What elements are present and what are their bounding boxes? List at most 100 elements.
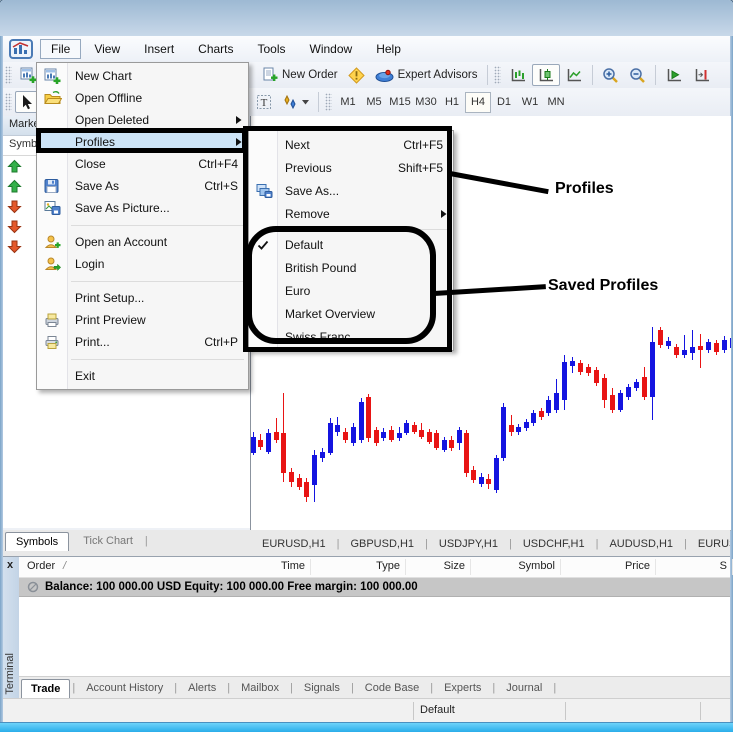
timeframe-button-h4[interactable]: H4 [465, 91, 491, 113]
down-arrow-icon [7, 219, 22, 234]
zoom-in-icon [602, 67, 619, 83]
balance-text: Balance: 100 000.00 USD Equity: 100 000.… [45, 581, 418, 593]
candle-body [388, 430, 394, 440]
menu-item-open-offline[interactable]: Open Offline [37, 87, 248, 109]
new-chart-icon [44, 68, 61, 84]
candle-body [296, 478, 302, 487]
menubar-item-insert[interactable]: Insert [133, 39, 185, 59]
column-separator [310, 559, 311, 575]
annotation-label-saved-profiles: Saved Profiles [548, 277, 659, 294]
timeframe-button-m30[interactable]: M30 [413, 92, 439, 113]
terminal-tab-account-history[interactable]: Account History [77, 679, 172, 697]
new-order-button[interactable]: New Order [257, 64, 343, 86]
menu-item-open-an-account[interactable]: Open an Account [37, 231, 248, 253]
chart-tab[interactable]: EURUSD,H1 [262, 538, 326, 550]
toolbar-grip[interactable] [325, 93, 332, 111]
candle-body [641, 377, 647, 397]
auto-scroll-button[interactable] [660, 64, 688, 86]
menu-item-label: New Chart [75, 69, 132, 83]
menubar-item-tools[interactable]: Tools [247, 39, 297, 59]
terminal-tab-signals[interactable]: Signals [295, 679, 349, 697]
timeframe-button-mn[interactable]: MN [543, 92, 569, 113]
terminal-column-order[interactable]: Order [27, 560, 55, 572]
menubar-item-view[interactable]: View [83, 39, 131, 59]
terminal-tab-alerts[interactable]: Alerts [179, 679, 225, 697]
menu-item-close[interactable]: Close Ctrl+F4 [37, 153, 248, 175]
terminal-column-size[interactable]: Size [444, 560, 465, 572]
candle-body [485, 479, 491, 484]
terminal-tab-mailbox[interactable]: Mailbox [232, 679, 288, 697]
file-menu: New Chart Open Offline Open Deleted Profile… [36, 62, 249, 390]
menu-item-print-preview[interactable]: Print Preview [37, 309, 248, 331]
zoom-in-button[interactable] [597, 64, 624, 86]
timeframe-button-w1[interactable]: W1 [517, 92, 543, 113]
terminal-column-symbol[interactable]: Symbol [518, 560, 555, 572]
menu-item-new-chart[interactable]: New Chart [37, 65, 248, 87]
timeframe-button-m15[interactable]: M15 [387, 92, 413, 113]
chart-shift-button[interactable] [688, 64, 716, 86]
terminal-table-header[interactable]: Order / Time Type Size Symbol Price S [19, 557, 733, 578]
terminal-column-price[interactable]: Price [625, 560, 650, 572]
candle-body [721, 340, 727, 350]
terminal-tab-code-base[interactable]: Code Base [356, 679, 428, 697]
chart-tab[interactable]: USDJPY,H1 [439, 538, 498, 550]
chart-tab[interactable]: AUDUSD,H1 [609, 538, 673, 550]
candle-body [530, 413, 536, 423]
mt-logo-icon[interactable] [9, 39, 33, 59]
user-plus-icon [44, 235, 61, 250]
menu-item-print[interactable]: Print... Ctrl+P [37, 331, 248, 353]
tab-separator: | [684, 538, 687, 550]
candle-body [625, 387, 631, 397]
timeframe-button-h1[interactable]: H1 [439, 92, 465, 113]
balance-row[interactable]: Balance: 100 000.00 USD Equity: 100 000.… [19, 578, 730, 597]
menu-item-login[interactable]: Login [37, 253, 248, 275]
candle-body [411, 425, 417, 432]
market-watch-tab-tick-chart[interactable]: Tick Chart [73, 532, 143, 550]
candle-body [508, 425, 514, 432]
expert-advisors-button[interactable]: Expert Advisors [370, 65, 483, 86]
terminal-tab-trade[interactable]: Trade [21, 678, 71, 698]
timeframe-button-m5[interactable]: M5 [361, 92, 387, 113]
market-watch-tab-symbols[interactable]: Symbols [5, 531, 70, 551]
title-bar [0, 0, 733, 36]
zoom-out-icon [629, 67, 646, 83]
indicator-button[interactable] [277, 91, 314, 113]
toolbar-grip[interactable] [5, 66, 12, 84]
menubar-item-window[interactable]: Window [299, 39, 364, 59]
column-separator [560, 559, 561, 575]
toolbar-grip[interactable] [493, 66, 501, 84]
chart-tab-bar: EURUSD,H1 | GBPUSD,H1 | USDJPY,H1 | USDCHF,H1 |… [253, 534, 730, 554]
candle-body [609, 395, 615, 410]
terminal-column-s[interactable]: S [720, 560, 727, 572]
toolbar-separator [318, 92, 319, 112]
alert-button[interactable] [343, 64, 370, 87]
candle-body [478, 477, 484, 484]
terminal-column-type[interactable]: Type [376, 560, 400, 572]
terminal-close-button[interactable]: x [7, 559, 13, 571]
menu-item-print-setup[interactable]: Print Setup... [37, 287, 248, 309]
menu-item-save-as-picture[interactable]: Save As Picture... [37, 197, 248, 219]
bar-chart-button[interactable] [504, 64, 532, 86]
terminal-tab-experts[interactable]: Experts [435, 679, 490, 697]
menubar-item-file[interactable]: File [40, 39, 82, 59]
chart-tab[interactable]: GBPUSD,H1 [350, 538, 414, 550]
timeframe-button-m1[interactable]: M1 [335, 92, 361, 113]
menu-item-exit[interactable]: Exit [37, 365, 248, 387]
zoom-out-button[interactable] [624, 64, 651, 86]
terminal-column-time[interactable]: Time [281, 560, 305, 572]
candlestick-chart-button[interactable] [531, 64, 560, 86]
chart-tab[interactable]: USDCHF,H1 [523, 538, 585, 550]
line-chart-button[interactable] [560, 64, 588, 86]
toolbar-grip[interactable] [5, 93, 12, 111]
candle-body [403, 423, 409, 433]
menu-item-save-as[interactable]: Save As Ctrl+S [37, 175, 248, 197]
terminal-tab-journal[interactable]: Journal [497, 679, 551, 697]
sort-indicator: / [63, 560, 67, 572]
text-button[interactable]: T [251, 91, 277, 113]
menubar-item-charts[interactable]: Charts [187, 39, 244, 59]
chart-tab[interactable]: EURUSD,H4 (off [698, 538, 730, 550]
menubar-item-help[interactable]: Help [365, 39, 412, 59]
candle-body [649, 342, 655, 397]
candle-body [470, 470, 476, 480]
timeframe-button-d1[interactable]: D1 [491, 92, 517, 113]
